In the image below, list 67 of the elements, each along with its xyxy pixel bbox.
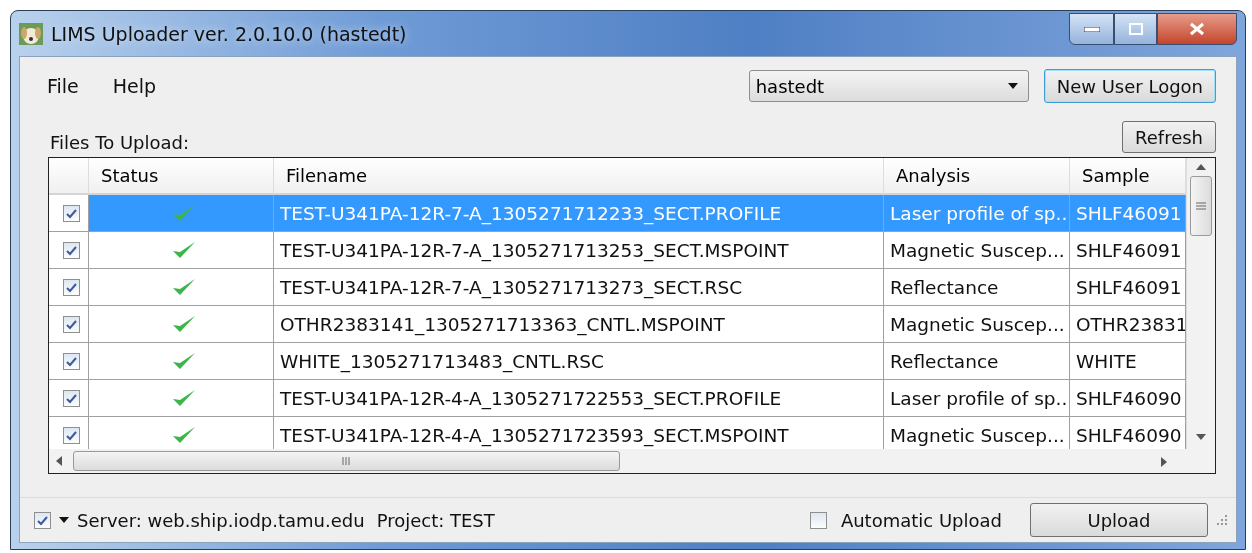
table-cell: SHLF46091 bbox=[1070, 269, 1186, 306]
checkmark-icon bbox=[171, 388, 197, 408]
dropdown-arrow-icon bbox=[59, 517, 69, 523]
minimize-icon bbox=[1083, 26, 1100, 32]
checkmark-icon bbox=[171, 314, 197, 334]
user-dropdown[interactable]: hastedt bbox=[748, 70, 1029, 102]
automatic-upload-label: Automatic Upload bbox=[840, 509, 1002, 531]
table-cell: SHLF46091 bbox=[1070, 232, 1186, 269]
table-cell: Magnetic Suscep... bbox=[884, 306, 1070, 343]
maximize-button[interactable] bbox=[1114, 13, 1157, 45]
minimize-button[interactable] bbox=[1069, 13, 1114, 45]
table-cell: TEST-U341PA-12R-7-A_1305271713253_SECT.MSPOINT bbox=[274, 232, 884, 269]
server-checkbox[interactable] bbox=[34, 511, 51, 529]
table-cell: TEST-U341PA-12R-4-A_1305271722553_SECT.PROFILE bbox=[274, 380, 884, 417]
table-cell: OTHR2383141_1305271713363_CNTL.MSPOINT bbox=[274, 306, 884, 343]
table-cell: SHLF46090 bbox=[1070, 380, 1186, 417]
menu-item[interactable]: Help bbox=[95, 71, 174, 101]
checkmark-icon bbox=[171, 203, 197, 223]
table-cell: TEST-U341PA-12R-7-A_1305271713273_SECT.RSC bbox=[274, 269, 884, 306]
checkmark-icon bbox=[171, 351, 197, 371]
scroll-left-icon bbox=[56, 456, 62, 466]
scroll-thumb[interactable] bbox=[73, 451, 620, 471]
row-checkbox[interactable] bbox=[63, 241, 80, 259]
table-cell: Laser profile of sp... bbox=[884, 195, 1070, 232]
table-cell: SHLF46091 bbox=[1070, 195, 1186, 232]
dog-icon bbox=[19, 22, 43, 45]
scroll-thumb[interactable] bbox=[1190, 176, 1212, 236]
table-cell: WHITE bbox=[1070, 343, 1186, 380]
table-cell: WHITE_1305271713483_CNTL.RSC bbox=[274, 343, 884, 380]
scroll-up-icon bbox=[1196, 164, 1206, 170]
upload-button[interactable]: Upload bbox=[1030, 503, 1208, 537]
column-header[interactable]: Analysis bbox=[884, 158, 1070, 195]
checkmark-icon bbox=[171, 277, 197, 297]
row-checkbox[interactable] bbox=[63, 204, 80, 222]
row-checkbox[interactable] bbox=[63, 352, 80, 370]
row-checkbox[interactable] bbox=[63, 426, 80, 444]
checkmark-icon bbox=[171, 240, 197, 260]
resize-grip-icon bbox=[1216, 514, 1228, 526]
server-label: Server: web.ship.iodp.tamu.edu bbox=[77, 509, 365, 531]
dropdown-arrow-icon bbox=[1007, 83, 1018, 89]
table-cell: Magnetic Suscep... bbox=[884, 232, 1070, 269]
table-cell: Reflectance bbox=[884, 343, 1070, 380]
scroll-right-icon bbox=[1161, 456, 1167, 467]
table-cell: TEST-U341PA-12R-7-A_1305271712233_SECT.PROFILE bbox=[274, 195, 884, 232]
row-checkbox[interactable] bbox=[63, 389, 80, 407]
horizontal-scrollbar[interactable] bbox=[49, 449, 1215, 473]
close-icon bbox=[1189, 22, 1205, 36]
scroll-down-icon bbox=[1196, 434, 1206, 440]
checkmark-icon bbox=[171, 425, 197, 445]
project-label: Project: TEST bbox=[376, 509, 495, 531]
table-cell: Laser profile of sp... bbox=[884, 380, 1070, 417]
close-button[interactable] bbox=[1157, 13, 1237, 45]
automatic-upload-checkbox[interactable] bbox=[809, 511, 827, 529]
refresh-button[interactable]: Refresh bbox=[1122, 121, 1216, 153]
vertical-scrollbar[interactable] bbox=[1186, 158, 1215, 449]
table-cell: Reflectance bbox=[884, 269, 1070, 306]
menu-item[interactable]: File bbox=[30, 71, 96, 101]
row-checkbox[interactable] bbox=[63, 278, 80, 296]
new-user-logon-button[interactable]: New User Logon bbox=[1043, 69, 1216, 103]
files-to-upload-label: Files To Upload: bbox=[50, 132, 190, 153]
column-header[interactable]: Filename bbox=[274, 158, 884, 195]
column-header[interactable]: Status bbox=[89, 158, 274, 195]
maximize-icon bbox=[1128, 23, 1143, 35]
column-header[interactable]: Sample bbox=[1070, 158, 1186, 195]
table-cell: OTHR23831 bbox=[1070, 306, 1186, 343]
row-checkbox[interactable] bbox=[63, 315, 80, 333]
window-title: LIMS Uploader ver. 2.0.10.0 (hastedt) bbox=[51, 22, 407, 45]
